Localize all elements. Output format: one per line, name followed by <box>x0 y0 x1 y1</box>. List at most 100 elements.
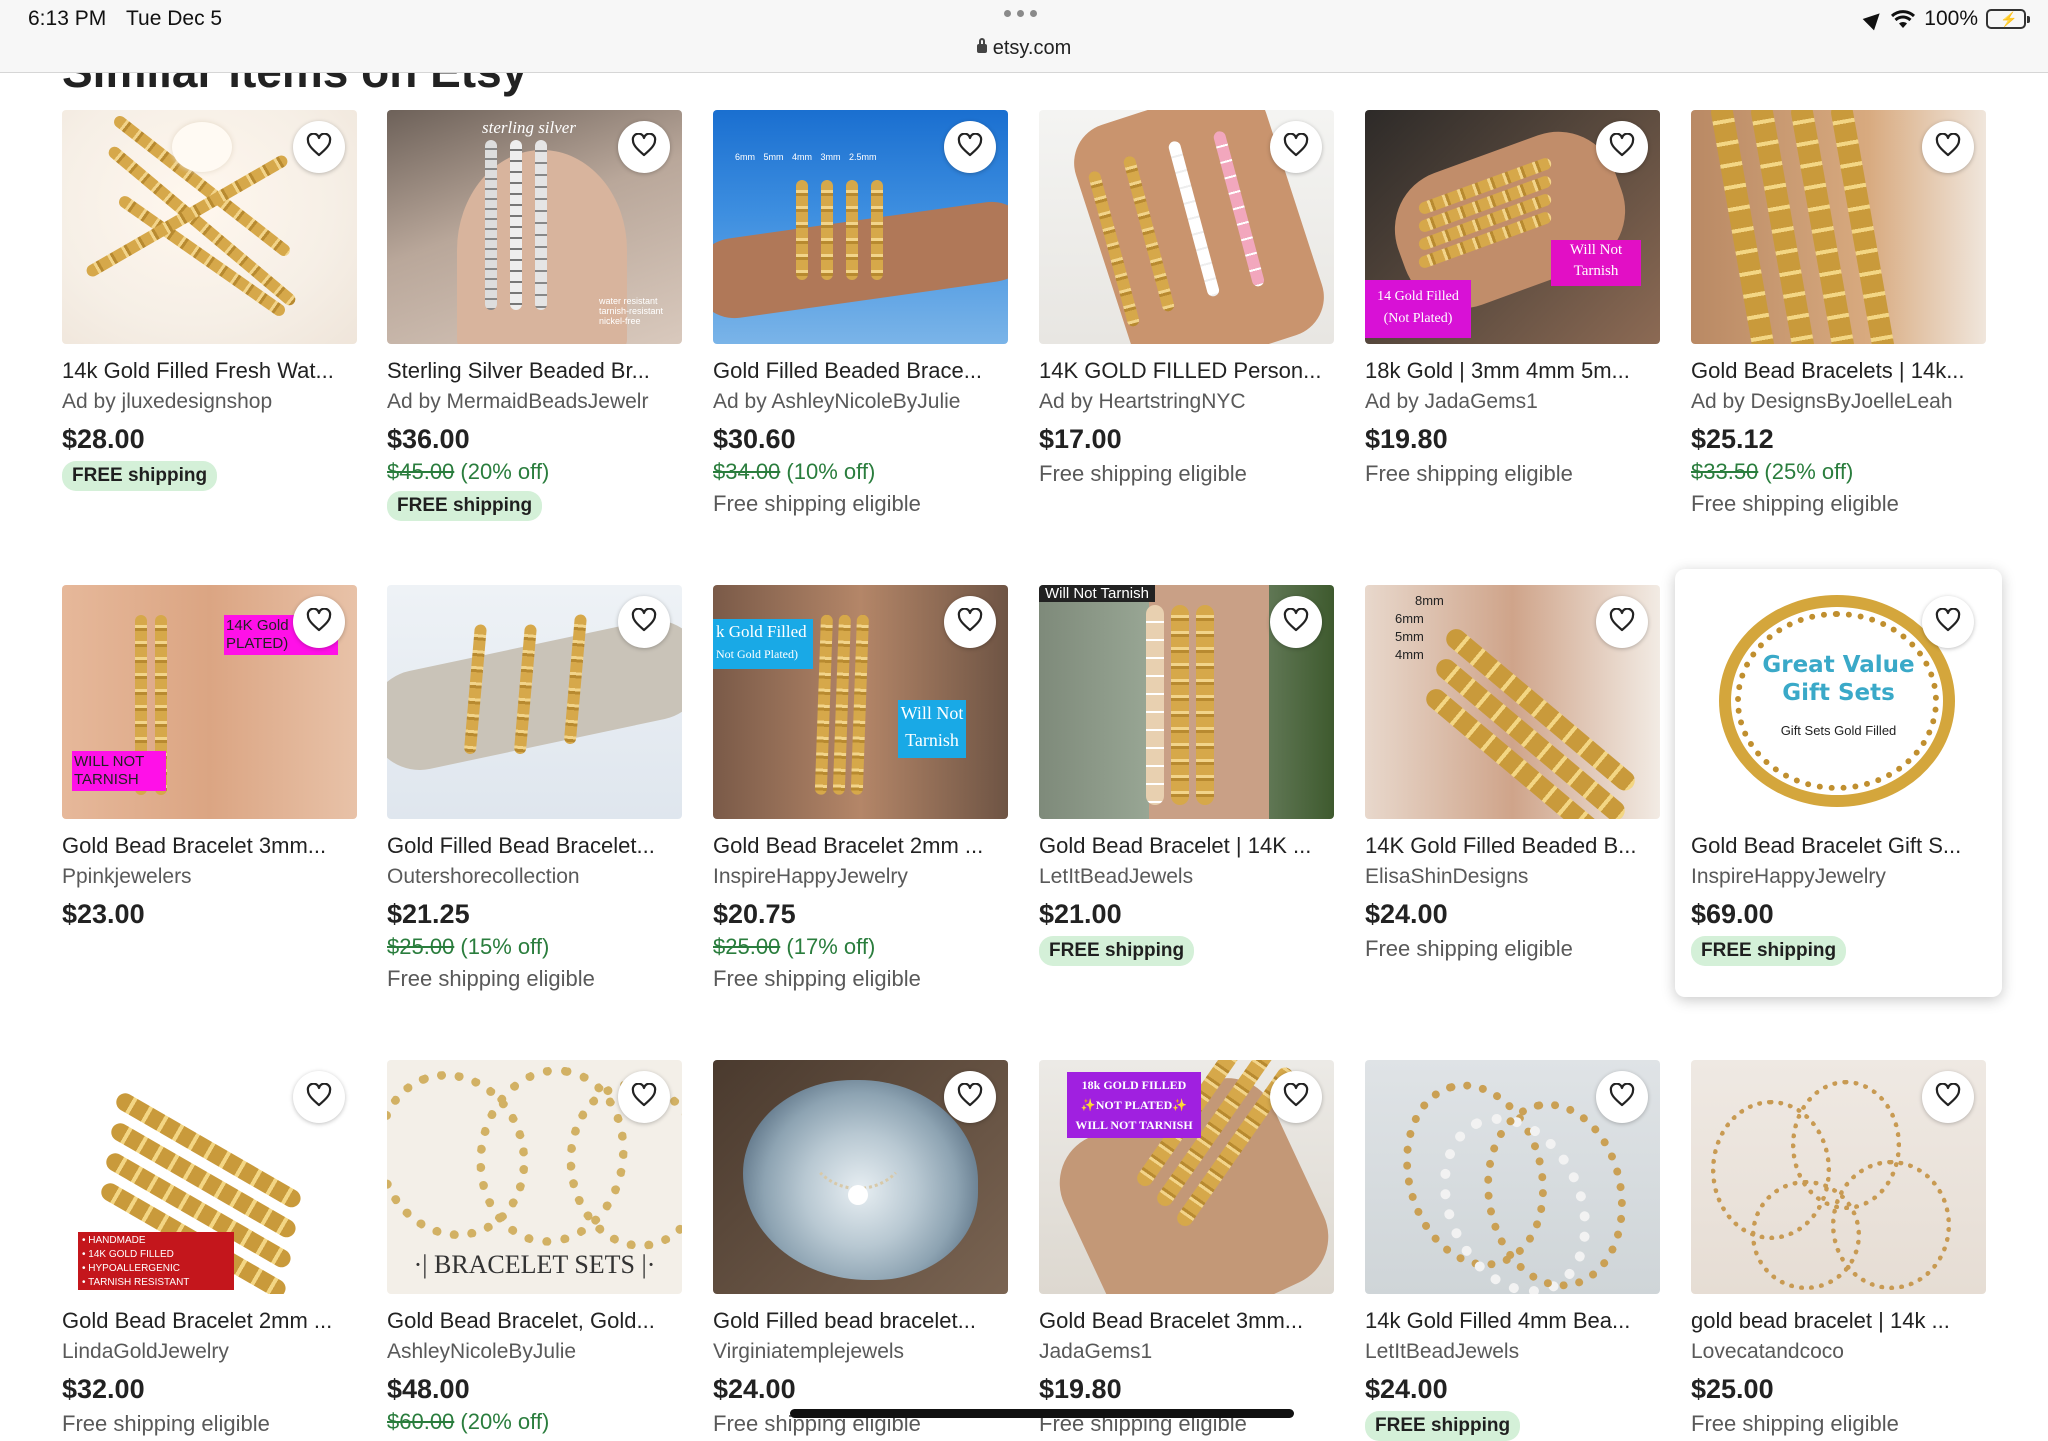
favorite-button[interactable] <box>618 1071 670 1123</box>
location-icon <box>1862 7 1886 31</box>
listing-image[interactable]: 6mm 5mm 4mm 3mm 2.5mm <box>713 110 1008 344</box>
listing-shop: InspireHappyJewelry <box>713 865 908 888</box>
favorite-button[interactable] <box>1596 596 1648 648</box>
listing-image[interactable] <box>713 1060 1008 1294</box>
home-indicator[interactable] <box>790 1409 1294 1418</box>
favorite-button[interactable] <box>618 121 670 173</box>
address-bar[interactable]: etsy.com <box>0 37 2048 60</box>
listing-title[interactable]: Gold Bead Bracelet | 14K ... <box>1039 833 1334 859</box>
favorite-button[interactable] <box>1270 596 1322 648</box>
listing-card[interactable]: 14K GOLD FILLED Person... Ad by Heartstr… <box>1039 110 1334 487</box>
heart-outline-icon <box>1609 607 1635 637</box>
listing-image[interactable] <box>387 585 682 819</box>
listing-title[interactable]: Sterling Silver Beaded Br... <box>387 358 682 384</box>
listing-price: $23.00 <box>62 899 145 929</box>
favorite-button[interactable] <box>618 596 670 648</box>
favorite-button[interactable] <box>1922 596 1974 648</box>
listing-image[interactable] <box>1365 1060 1660 1294</box>
listing-title[interactable]: Gold Bead Bracelet 2mm ... <box>62 1308 357 1334</box>
listing-image[interactable] <box>1691 110 1986 344</box>
favorite-button[interactable] <box>293 1071 345 1123</box>
listing-title[interactable]: Gold Bead Bracelet 2mm ... <box>713 833 1008 859</box>
favorite-button[interactable] <box>1922 1071 1974 1123</box>
original-price: $34.00 <box>713 459 781 484</box>
shipping-text: Free shipping eligible <box>62 1411 270 1436</box>
listing-card[interactable]: 14K Gold (NOT PLATED) WILL NOT TARNISH G… <box>62 585 357 930</box>
listing-image[interactable] <box>62 110 357 344</box>
listing-image[interactable]: sterling silver water resistant tarnish-… <box>387 110 682 344</box>
image-caption: 18k GOLD FILLED ✨NOT PLATED✨ WILL NOT TA… <box>1067 1072 1201 1138</box>
listing-card[interactable]: Gold Filled bead bracelet... Virginiatem… <box>713 1060 1008 1437</box>
favorite-button[interactable] <box>944 596 996 648</box>
listing-image[interactable]: 18k GOLD FILLED ✨NOT PLATED✨ WILL NOT TA… <box>1039 1060 1334 1294</box>
listing-card[interactable]: sterling silver water resistant tarnish-… <box>387 110 682 521</box>
listing-shop: LetItBeadJewels <box>1039 865 1194 888</box>
listing-image[interactable]: Will Not Tarnish 14 Gold Filled (Not Pla… <box>1365 110 1660 344</box>
listing-card[interactable]: • HANDMADE • 14K GOLD FILLED • HYPOALLER… <box>62 1060 357 1437</box>
favorite-button[interactable] <box>944 1071 996 1123</box>
listing-image[interactable]: ·| BRACELET SETS |· <box>387 1060 682 1294</box>
heart-outline-icon <box>957 132 983 162</box>
heart-outline-icon <box>631 132 657 162</box>
listing-card[interactable]: 8mm 6mm 5mm 4mm 14K Gold Filled Beaded B… <box>1365 585 1660 962</box>
listing-price: $30.60 <box>713 424 796 454</box>
listing-card[interactable]: 14k Gold Filled Fresh Wat... Ad by jluxe… <box>62 110 357 491</box>
favorite-button[interactable] <box>1270 1071 1322 1123</box>
listing-title[interactable]: Gold Bead Bracelet Gift S... <box>1691 833 1986 859</box>
favorite-button[interactable] <box>944 121 996 173</box>
multitasking-dots-icon[interactable] <box>1004 10 1044 22</box>
listing-card[interactable]: 18k GOLD FILLED ✨NOT PLATED✨ WILL NOT TA… <box>1039 1060 1334 1437</box>
heart-outline-icon <box>1283 132 1309 162</box>
listing-title[interactable]: Gold Filled Beaded Brace... <box>713 358 1008 384</box>
listing-image[interactable] <box>1039 110 1334 344</box>
shipping-text: Free shipping eligible <box>1365 461 1573 486</box>
free-shipping-badge: FREE shipping <box>1039 936 1195 966</box>
listing-card-hovered[interactable]: Great Value Gift Sets Gift Sets Gold Fill… <box>1675 569 2002 997</box>
listing-image[interactable]: Great Value Gift Sets Gift Sets Gold Fill… <box>1691 585 1986 819</box>
listing-title[interactable]: Gold Bead Bracelet 3mm... <box>62 833 357 859</box>
listing-image[interactable]: 14K Gold (NOT PLATED) WILL NOT TARNISH <box>62 585 357 819</box>
listing-title[interactable]: 14K Gold Filled Beaded B... <box>1365 833 1660 859</box>
listing-image[interactable]: 8mm 6mm 5mm 4mm <box>1365 585 1660 819</box>
listing-shop: LindaGoldJewelry <box>62 1340 229 1363</box>
favorite-button[interactable] <box>293 596 345 648</box>
heart-outline-icon <box>631 607 657 637</box>
listing-title[interactable]: Gold Filled Bead Bracelet... <box>387 833 682 859</box>
listing-title[interactable]: 14k Gold Filled Fresh Wat... <box>62 358 357 384</box>
listing-price: $25.12 <box>1691 424 1774 454</box>
listing-card[interactable]: Will Not Tarnish 14 Gold Filled (Not Pla… <box>1365 110 1660 487</box>
overlay-line: k Gold Filled <box>716 622 807 641</box>
listing-card[interactable]: Gold Filled Bead Bracelet... Outershorec… <box>387 585 682 992</box>
listing-price: $21.25 <box>387 899 470 929</box>
listing-image[interactable]: Will Not Tarnish <box>1039 585 1334 819</box>
heart-outline-icon <box>306 1082 332 1112</box>
listing-shop: Lovecatandcoco <box>1691 1340 1844 1363</box>
listing-title[interactable]: Gold Bead Bracelet 3mm... <box>1039 1308 1334 1334</box>
listing-card[interactable]: ·| BRACELET SETS |· Gold Bead Bracelet, … <box>387 1060 682 1435</box>
listing-title[interactable]: Gold Bead Bracelets | 14k... <box>1691 358 1986 384</box>
listing-price: $19.80 <box>1365 424 1448 454</box>
listing-title[interactable]: Gold Bead Bracelet, Gold... <box>387 1308 682 1334</box>
listing-card[interactable]: Will Not Tarnish Gold Bead Bracelet | 14… <box>1039 585 1334 966</box>
discount-percent: (25% off) <box>1764 459 1854 484</box>
listing-image[interactable]: • HANDMADE • 14K GOLD FILLED • HYPOALLER… <box>62 1060 357 1294</box>
shipping-text: Free shipping eligible <box>713 491 921 516</box>
listing-card[interactable]: Gold Bead Bracelets | 14k... Ad by Desig… <box>1691 110 1986 517</box>
listing-title[interactable]: Gold Filled bead bracelet... <box>713 1308 1008 1334</box>
listing-card[interactable]: gold bead bracelet | 14k ... Lovecatandc… <box>1691 1060 1986 1437</box>
favorite-button[interactable] <box>1922 121 1974 173</box>
listing-image[interactable] <box>1691 1060 1986 1294</box>
favorite-button[interactable] <box>293 121 345 173</box>
listing-title[interactable]: gold bead bracelet | 14k ... <box>1691 1308 1986 1334</box>
heart-outline-icon <box>957 607 983 637</box>
favorite-button[interactable] <box>1270 121 1322 173</box>
listing-image[interactable]: k Gold Filled Not Gold Plated) Will Not T… <box>713 585 1008 819</box>
favorite-button[interactable] <box>1596 1071 1648 1123</box>
listing-card[interactable]: k Gold Filled Not Gold Plated) Will Not T… <box>713 585 1008 992</box>
listing-title[interactable]: 14K GOLD FILLED Person... <box>1039 358 1334 384</box>
favorite-button[interactable] <box>1596 121 1648 173</box>
listing-card[interactable]: 6mm 5mm 4mm 3mm 2.5mm Gold Filled Beaded… <box>713 110 1008 517</box>
listing-card[interactable]: 14k Gold Filled 4mm Bea... LetItBeadJewe… <box>1365 1060 1660 1441</box>
listing-title[interactable]: 14k Gold Filled 4mm Bea... <box>1365 1308 1660 1334</box>
listing-title[interactable]: 18k Gold | 3mm 4mm 5m... <box>1365 358 1660 384</box>
